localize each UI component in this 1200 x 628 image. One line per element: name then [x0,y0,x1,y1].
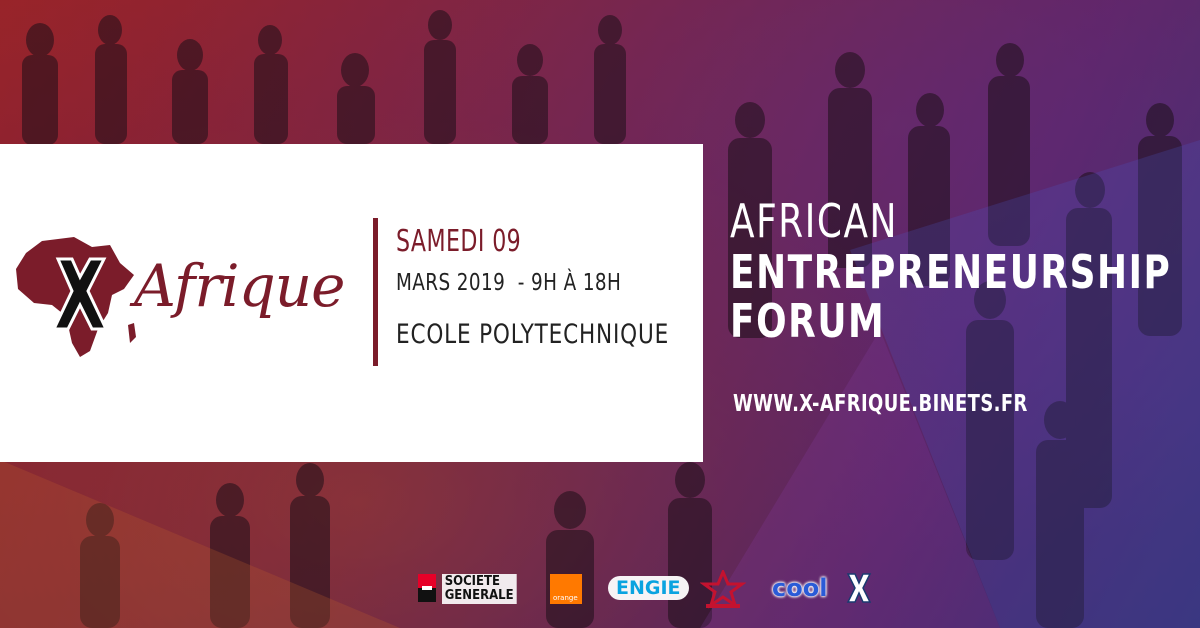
website-link[interactable]: WWW.X-AFRIQUE.BINETS.FR [733,391,1028,417]
societe-generale-logo-icon [418,574,436,602]
sponsor-strip: SOCIETE GENERALE orange ENGIE cool [412,566,882,614]
title-line-1: AFRICAN [730,194,899,248]
event-banner: Afrique SAMEDI 09 MARS 2019 - 9H À 18H E… [0,0,1200,628]
logo-wordmark: Afrique [134,252,345,320]
engie-logo: ENGIE [608,576,689,600]
societe-generale-logo: SOCIETE GENERALE [442,574,517,604]
title-line-3: FORUM [730,294,886,348]
africa-map-icon [16,237,136,357]
orange-logo-text: orange [553,594,578,602]
event-day: SAMEDI 09 [396,224,522,259]
event-venue: ECOLE POLYTECHNIQUE [396,319,670,350]
orange-logo: orange [550,574,582,604]
x-polytechnique-logo-icon [846,573,872,603]
title-line-2: ENTREPRENEURSHIP [730,245,1172,299]
divider-bar [373,218,378,366]
cool-logo: cool [772,574,828,602]
royal-air-maroc-logo-icon [700,570,746,609]
event-date-time: MARS 2019 - 9H À 18H [396,270,622,296]
